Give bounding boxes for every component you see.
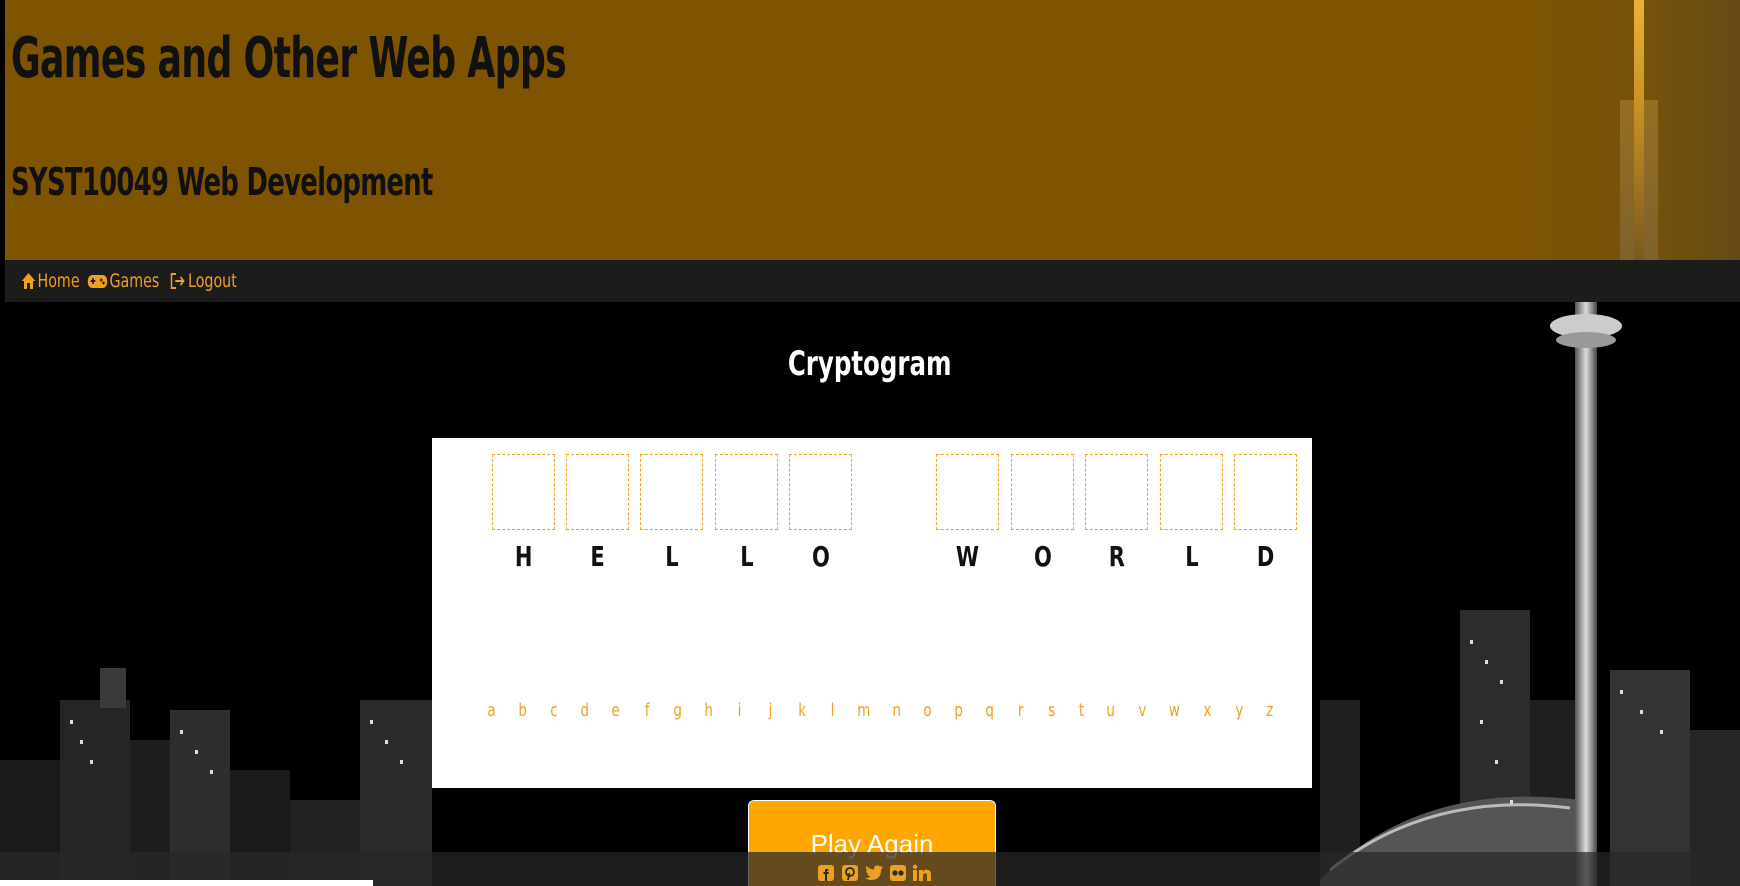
alphabet-key[interactable]: x <box>1197 700 1217 721</box>
alphabet-key[interactable]: p <box>949 700 969 721</box>
alphabet-key[interactable]: r <box>1011 700 1031 721</box>
home-icon <box>21 273 36 289</box>
alphabet-key[interactable]: z <box>1260 700 1280 721</box>
answer-box[interactable] <box>640 454 703 530</box>
game-title: Cryptogram <box>788 344 952 384</box>
site-subtitle: SYST10049 Web Development <box>11 160 433 204</box>
site-title: Games and Other Web Apps <box>11 26 567 91</box>
cipher-letter: E <box>590 540 605 573</box>
alphabet-key[interactable]: a <box>482 700 502 721</box>
linkedin-icon[interactable] <box>912 863 932 883</box>
alphabet-key[interactable]: s <box>1042 700 1062 721</box>
twitter-icon[interactable] <box>864 863 884 883</box>
alphabet-key[interactable]: d <box>575 700 595 721</box>
answer-box[interactable] <box>936 454 999 530</box>
alphabet-key[interactable]: c <box>544 700 564 721</box>
nav-home-label: Home <box>37 270 80 292</box>
alphabet-key[interactable]: w <box>1164 700 1184 721</box>
alphabet-key[interactable]: k <box>792 700 812 721</box>
cipher-letter: W <box>955 540 980 573</box>
alphabet-key[interactable]: o <box>918 700 938 721</box>
alphabet-key[interactable]: l <box>823 700 843 721</box>
answer-box[interactable] <box>789 454 852 530</box>
alphabet-key[interactable]: j <box>761 700 781 721</box>
cipher-letter: H <box>514 540 533 573</box>
tower-image <box>1510 0 1740 260</box>
cipher-letter: L <box>739 540 754 573</box>
alphabet-key[interactable]: q <box>980 700 1000 721</box>
answer-boxes: H E L L O W O R L D <box>432 454 1312 573</box>
alphabet-keys: a b c d e f g h i j k l m n o p q r s t … <box>482 700 1274 730</box>
alphabet-key[interactable]: u <box>1101 700 1121 721</box>
alphabet-key[interactable]: i <box>730 700 750 721</box>
alphabet-key[interactable]: t <box>1072 700 1092 721</box>
gamepad-icon <box>87 275 108 288</box>
answer-box[interactable] <box>715 454 778 530</box>
answer-box[interactable] <box>566 454 629 530</box>
alphabet-key[interactable]: b <box>513 700 533 721</box>
alphabet-key[interactable]: n <box>887 700 907 721</box>
nav-games-label: Games <box>109 270 160 292</box>
page: Games and Other Web Apps SYST10049 Web D… <box>0 0 1740 886</box>
nav-games-link[interactable]: Games <box>87 270 159 292</box>
nav-home-link[interactable]: Home <box>21 270 80 292</box>
answer-box[interactable] <box>1234 454 1297 530</box>
alphabet-key[interactable]: e <box>606 700 626 721</box>
facebook-icon[interactable] <box>816 863 836 883</box>
main-nav: Home Games Logout <box>5 260 1740 302</box>
cipher-letter: R <box>1108 540 1125 573</box>
alphabet-key[interactable]: g <box>668 700 688 721</box>
nav-logout-link[interactable]: Logout <box>170 270 237 292</box>
alphabet-key[interactable]: h <box>699 700 719 721</box>
pinterest-icon[interactable] <box>840 863 860 883</box>
answer-box[interactable] <box>1160 454 1223 530</box>
social-links <box>816 862 932 884</box>
cryptogram-board: H E L L O W O R L D a b c d e f g h i j … <box>432 438 1312 788</box>
answer-box[interactable] <box>1011 454 1074 530</box>
cipher-letter: O <box>1033 540 1052 573</box>
site-header: Games and Other Web Apps SYST10049 Web D… <box>0 0 1740 260</box>
footer-strip <box>0 880 373 886</box>
answer-box[interactable] <box>492 454 555 530</box>
cipher-letter: L <box>664 540 679 573</box>
cipher-letter: O <box>811 540 830 573</box>
alphabet-key[interactable]: v <box>1132 700 1152 721</box>
nav-logout-label: Logout <box>187 270 237 292</box>
cipher-letter: D <box>1256 540 1275 573</box>
sign-out-icon <box>170 273 185 289</box>
alphabet-key[interactable]: f <box>637 700 657 721</box>
flickr-icon[interactable] <box>888 863 908 883</box>
cipher-letter: L <box>1184 540 1199 573</box>
alphabet-key[interactable]: y <box>1229 700 1249 721</box>
alphabet-key[interactable]: m <box>854 700 874 721</box>
answer-box[interactable] <box>1085 454 1148 530</box>
